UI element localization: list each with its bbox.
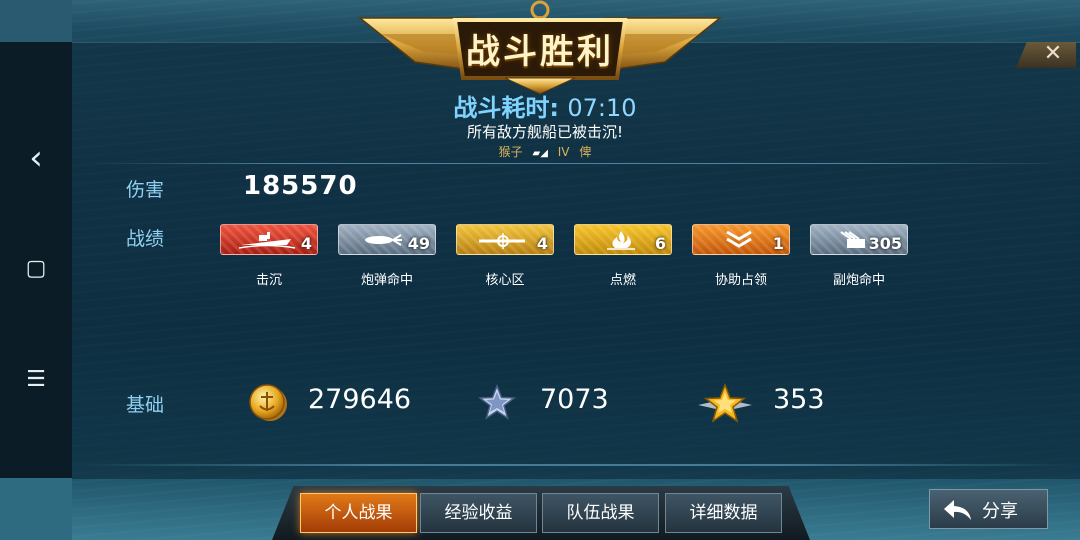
- home-icon[interactable]: ▢: [0, 249, 72, 289]
- mvp-rank: IV: [557, 145, 570, 159]
- panel-bottom-line: [72, 464, 1080, 466]
- menu-icon[interactable]: ☰: [0, 360, 72, 400]
- top-left-strip: [0, 0, 72, 42]
- mvp-player: 猴子: [498, 145, 523, 159]
- share-label: 分享: [982, 501, 1018, 522]
- stat-count: 1: [772, 234, 784, 253]
- victory-banner: 战斗胜利: [355, 0, 725, 95]
- stat-count: 4: [300, 234, 312, 253]
- stat-name: 副炮命中: [832, 273, 885, 288]
- stat-badge: 1: [692, 224, 790, 255]
- stat-badge: 305: [810, 224, 908, 255]
- citadel-icon: [479, 233, 525, 249]
- battle-message: 所有敌方舰船已被击沉!: [466, 123, 623, 141]
- stat-count: 49: [407, 234, 430, 253]
- damage-value: 185570: [243, 171, 358, 201]
- shell-hit-icon: [365, 234, 402, 246]
- coins-value: 279646: [308, 384, 412, 415]
- coin-icon: [249, 384, 287, 421]
- stat-name: 炮弹命中: [360, 273, 413, 288]
- stat-citadel[interactable]: 4 核心区: [456, 224, 556, 288]
- battle-time-label: 战斗耗时:: [453, 94, 560, 122]
- stat-badge: 6: [574, 224, 672, 255]
- commander-exp-reward: 353: [696, 382, 836, 423]
- tab-experience-gains[interactable]: 经验收益: [420, 493, 537, 533]
- stat-name: 核心区: [485, 273, 525, 288]
- experience-value: 7073: [540, 384, 609, 415]
- tab-personal-results[interactable]: 个人战果: [300, 493, 417, 533]
- stat-count: 6: [654, 234, 666, 253]
- flag-icon: ▰◢: [532, 148, 548, 159]
- bottom-left-strip: [0, 478, 72, 540]
- header-divider: [90, 163, 1070, 164]
- damage-label: 伤害: [126, 179, 165, 201]
- stat-name: 击沉: [255, 273, 282, 288]
- mvp-line: 猴子 ▰◢ IV 俾: [300, 143, 790, 160]
- capture-assist-icon: [726, 230, 752, 248]
- share-button[interactable]: 分享: [929, 489, 1048, 529]
- experience-reward: 7073: [477, 383, 628, 423]
- battle-time: 战斗耗时: 07:10: [300, 88, 790, 123]
- stat-secondary-hit[interactable]: 305 副炮命中: [810, 224, 910, 288]
- tab-team-results[interactable]: 队伍战果: [542, 493, 659, 533]
- coins-reward: 279646: [248, 383, 418, 423]
- stat-name: 协助占领: [714, 273, 767, 288]
- winged-star-icon: [698, 382, 752, 423]
- commander-exp-value: 353: [773, 384, 825, 415]
- tab-detailed-data[interactable]: 详细数据: [665, 493, 782, 533]
- close-icon: ✕: [1043, 41, 1063, 66]
- stat-badge: 4: [220, 224, 318, 255]
- stat-badge: 49: [338, 224, 436, 255]
- base-label: 基础: [126, 394, 165, 416]
- page-title: 战斗胜利: [466, 32, 614, 72]
- stat-name: 点燃: [609, 273, 636, 288]
- stat-fire[interactable]: 6 点燃: [574, 224, 674, 288]
- stat-capture-assist[interactable]: 1 协助占领: [692, 224, 792, 288]
- battle-time-value: 07:10: [567, 94, 637, 122]
- mvp-title: 俾: [579, 145, 592, 159]
- stat-count: 4: [536, 234, 548, 253]
- system-nav-bar: ‹ ▢ ☰: [0, 42, 72, 478]
- fire-icon: [607, 231, 635, 250]
- stat-sink[interactable]: 4 击沉: [220, 224, 320, 288]
- back-icon[interactable]: ‹: [0, 138, 72, 178]
- stat-badge: 4: [456, 224, 554, 255]
- ship-sink-icon: [238, 232, 296, 249]
- record-label: 战绩: [126, 228, 165, 250]
- stat-shell-hit[interactable]: 49 炮弹命中: [338, 224, 438, 288]
- stat-count: 305: [868, 234, 902, 253]
- share-arrow-icon: [944, 500, 971, 520]
- star-icon: [477, 383, 517, 420]
